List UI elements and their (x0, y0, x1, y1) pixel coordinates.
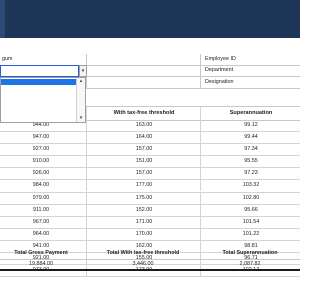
dropdown-toggle-button[interactable]: ▾ (79, 65, 87, 77)
header-banner (0, 0, 300, 38)
table-row: 911.00 152.00 95.66 (0, 204, 301, 217)
gross-cell: 967.00 (32, 218, 50, 225)
total-tax-free-value: 3,446.00 (132, 261, 154, 267)
gross-cell: 964.00 (32, 230, 50, 237)
employee-name-value: gum (2, 56, 13, 62)
column-header-tax-free: With tax-free threshold (86, 107, 201, 120)
tax-free-cell: 157.00 (86, 168, 201, 180)
totals-values-row: 19,884.00 3,446.00 2,087.82 (0, 259, 300, 271)
total-super-value: 2,087.82 (239, 261, 261, 267)
table-row: 927.00 157.00 97.34 (0, 144, 301, 157)
super-cell: 95.55 (200, 156, 301, 168)
super-cell: 99.12 (200, 120, 301, 131)
dropdown-scrollbar[interactable]: ▴ ▾ (76, 78, 85, 122)
gross-cell: 979.00 (32, 194, 50, 201)
gross-cell: 947.00 (32, 134, 50, 141)
gross-cell: 910.00 (32, 158, 50, 165)
super-cell: 97.34 (200, 144, 301, 156)
gross-cell: 927.00 (32, 146, 50, 153)
designation-label: Designation (200, 77, 300, 88)
employee-select-input[interactable] (0, 65, 79, 77)
tax-free-cell: 163.00 (86, 120, 201, 131)
total-gross-value: 19,884.00 (29, 261, 53, 267)
employee-name-cell[interactable]: gum (0, 54, 82, 65)
scroll-up-icon[interactable]: ▴ (77, 78, 85, 85)
tax-free-cell: 177.00 (86, 180, 201, 192)
spacer (0, 38, 300, 54)
table-row: 979.00 175.00 102.80 (0, 192, 301, 205)
employee-id-label: Employee ID (200, 54, 300, 65)
gross-cell: 984.00 (32, 182, 50, 189)
total-tax-free-label: Total With tax-free threshold (106, 250, 180, 256)
gross-cell: 911.00 (32, 206, 50, 213)
table-row: 984.00 177.00 103.32 (0, 180, 301, 193)
gross-cell: 926.00 (32, 170, 50, 177)
table-row: 967.00 171.00 101.54 (0, 216, 301, 229)
super-cell: 95.66 (200, 204, 301, 216)
tax-free-cell: 164.00 (86, 132, 201, 144)
department-label: Department (200, 65, 300, 76)
info-blank-cell (86, 65, 201, 76)
table-row: 910.00 151.00 95.55 (0, 156, 301, 169)
tax-free-cell: 171.00 (86, 216, 201, 228)
info-blank-cell (86, 77, 201, 88)
tax-free-cell: 151.00 (86, 156, 201, 168)
banner-accent (0, 0, 5, 38)
tax-free-cell: 157.00 (86, 144, 201, 156)
tax-free-cell: 152.00 (86, 204, 201, 216)
dropdown-option-highlighted[interactable] (1, 79, 78, 85)
chevron-down-icon: ▾ (81, 68, 85, 74)
super-cell: 99.44 (200, 132, 301, 144)
employee-dropdown-list[interactable]: ▴ ▾ (0, 77, 86, 123)
super-cell: 103.32 (200, 180, 301, 192)
total-super-label: Total Superannuation (222, 250, 278, 256)
tax-free-cell: 170.00 (86, 228, 201, 240)
table-row: 947.00 164.00 99.44 (0, 132, 301, 145)
total-gross-label: Total Gross Payment (14, 250, 68, 256)
tax-free-cell: 175.00 (86, 192, 201, 204)
super-cell: 102.80 (200, 192, 301, 204)
column-header-superannuation: Superannuation (200, 107, 301, 120)
info-blank-cell (86, 54, 201, 65)
table-row: 926.00 157.00 97.23 (0, 168, 301, 181)
super-cell: 97.23 (200, 168, 301, 180)
table-row: 964.00 170.00 101.22 (0, 228, 301, 241)
super-cell: 101.22 (200, 228, 301, 240)
super-cell: 101.54 (200, 216, 301, 228)
scroll-down-icon[interactable]: ▾ (77, 115, 85, 122)
